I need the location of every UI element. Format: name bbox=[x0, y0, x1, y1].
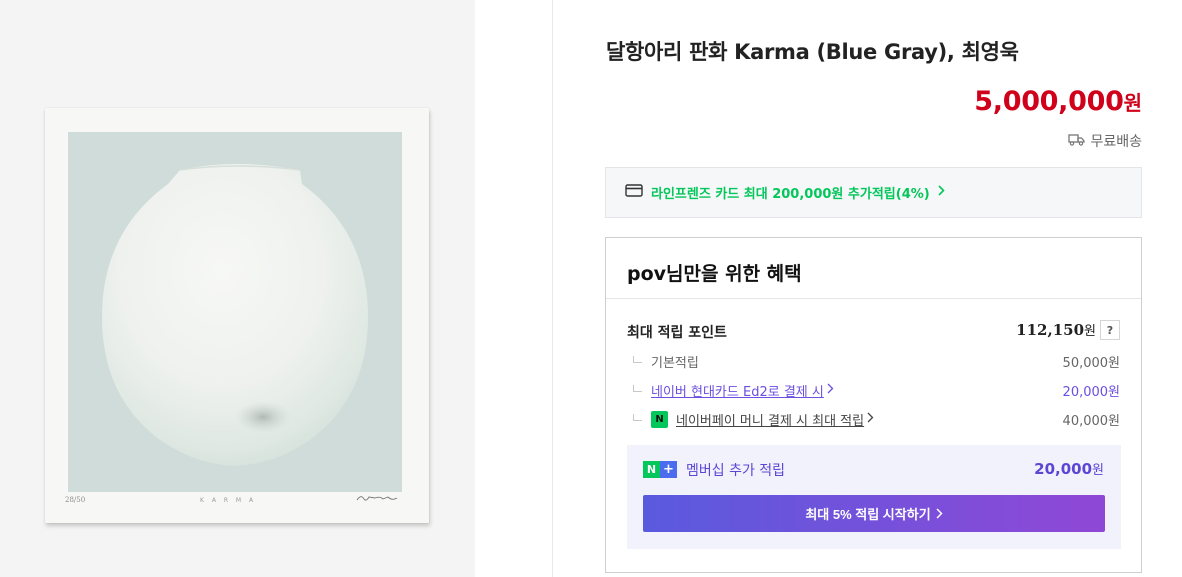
badge-n: N bbox=[643, 461, 660, 478]
membership-unit: 원 bbox=[1092, 463, 1104, 478]
badge-plus: + bbox=[660, 461, 677, 478]
max-points-value: 112,150원 bbox=[1016, 320, 1096, 339]
edition-number: 28/50 bbox=[65, 496, 86, 504]
points-row-link[interactable]: 네이버페이 머니 결제 시 최대 적립 bbox=[676, 410, 864, 429]
artwork-title-inscription: K A R M A bbox=[200, 497, 257, 504]
help-button[interactable]: ? bbox=[1100, 320, 1120, 340]
cta-label: 최대 5% 적립 시작하기 bbox=[805, 507, 931, 522]
membership-promo: N + 멤버십 추가 적립 20,000원 최대 5% 적립 시작하기 bbox=[627, 445, 1121, 549]
points-row-link[interactable]: 네이버 현대카드 Ed2로 결제 시 bbox=[651, 381, 824, 400]
points-row-hyundai-card[interactable]: 네이버 현대카드 Ed2로 결제 시 20,000원 bbox=[630, 380, 1120, 400]
points-row-label: 기본적립 bbox=[651, 355, 699, 371]
tree-elbow bbox=[633, 384, 642, 392]
membership-value: 20,000원 bbox=[1034, 459, 1104, 478]
moon-jar-artwork bbox=[68, 132, 402, 492]
membership-points: 20,000 bbox=[1034, 460, 1093, 478]
member-benefit-box: pov님만을 위한 혜택 최대 적립 포인트 112,150원 ? 기본적립 5… bbox=[605, 237, 1142, 573]
truck-icon bbox=[1068, 133, 1086, 150]
points-row-value: 50,000원 bbox=[1062, 355, 1120, 371]
points-row-value: 20,000원 bbox=[1062, 384, 1120, 400]
max-points-label: 최대 적립 포인트 bbox=[627, 325, 727, 341]
chevron-right-icon bbox=[936, 508, 943, 519]
points-row-basic: 기본적립 50,000원 bbox=[630, 351, 1120, 371]
credit-card-icon bbox=[625, 184, 643, 201]
product-image-panel: 28/50 K A R M A bbox=[0, 0, 475, 577]
naver-pay-icon: N bbox=[651, 410, 668, 428]
card-promo-text: 라인프렌즈 카드 최대 200,000원 추가적립(4%) bbox=[651, 187, 930, 202]
start-membership-button[interactable]: 최대 5% 적립 시작하기 bbox=[643, 495, 1105, 532]
chevron-right-icon bbox=[827, 383, 834, 397]
benefit-divider bbox=[606, 298, 1141, 299]
chevron-right-icon bbox=[867, 412, 874, 426]
points-row-npay-money[interactable]: N 네이버페이 머니 결제 시 최대 적립 40,000원 bbox=[630, 409, 1120, 429]
price-unit: 원 bbox=[1123, 91, 1142, 115]
card-promo-banner[interactable]: 라인프렌즈 카드 최대 200,000원 추가적립(4%) bbox=[605, 167, 1142, 218]
price-value: 5,000,000 bbox=[974, 86, 1124, 117]
tree-elbow bbox=[633, 413, 642, 421]
points-row-value: 40,000원 bbox=[1062, 413, 1120, 429]
benefit-title: pov님만을 위한 혜택 bbox=[627, 263, 802, 285]
artist-signature bbox=[356, 496, 398, 501]
price: 5,000,000원 bbox=[974, 86, 1142, 117]
shipping-text: 무료배송 bbox=[1090, 134, 1142, 150]
column-divider bbox=[552, 0, 553, 577]
chevron-right-icon bbox=[938, 185, 945, 200]
tree-elbow bbox=[633, 355, 642, 363]
product-title: 달항아리 판화 Karma (Blue Gray), 최영욱 bbox=[606, 40, 1019, 64]
max-points-unit: 원 bbox=[1084, 324, 1096, 339]
membership-label: 멤버십 추가 적립 bbox=[686, 463, 786, 479]
max-points-number: 112,150 bbox=[1016, 321, 1085, 339]
product-image[interactable]: 28/50 K A R M A bbox=[45, 108, 429, 523]
shipping-info: 무료배송 bbox=[1068, 131, 1142, 151]
naver-plus-badge-icon: N + bbox=[643, 461, 677, 478]
